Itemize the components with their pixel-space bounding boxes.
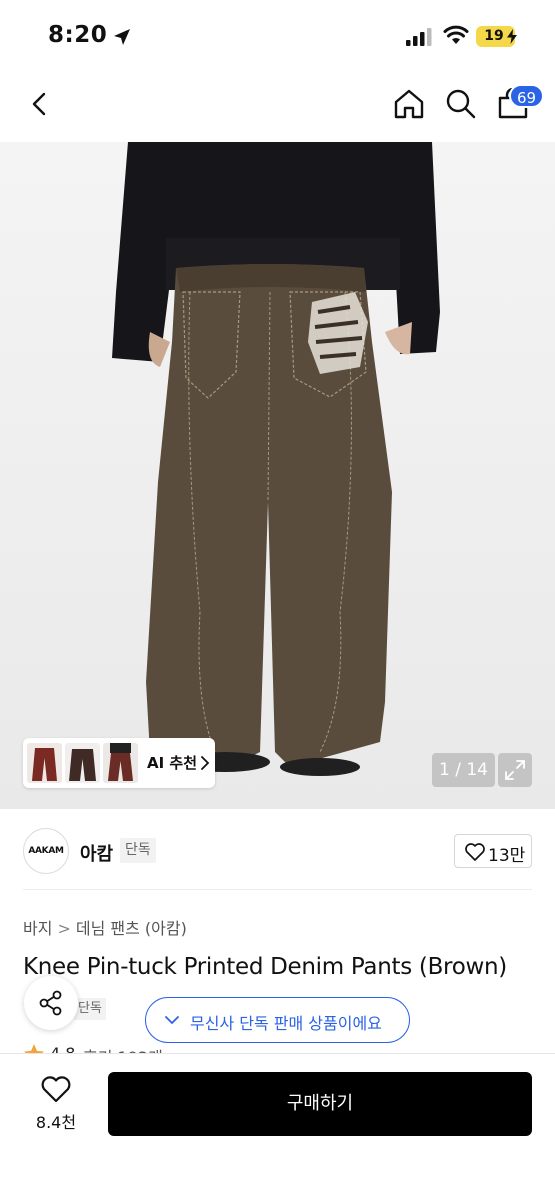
thumbnail-1[interactable] bbox=[27, 743, 62, 783]
location-arrow-icon bbox=[114, 29, 130, 45]
ai-recommendation-strip[interactable]: AI 추천 bbox=[23, 738, 215, 788]
breadcrumb-item-denim-pants[interactable]: 데님 팬츠 (아캄) bbox=[76, 919, 187, 938]
product-image-gallery[interactable]: AI 추천 1 / 14 bbox=[0, 142, 555, 809]
thumbnail-2[interactable] bbox=[65, 743, 100, 783]
status-time: 8:20 bbox=[48, 22, 108, 48]
expand-icon bbox=[505, 760, 525, 780]
thumbnail-image bbox=[103, 743, 138, 783]
battery-indicator: 19 bbox=[476, 26, 517, 47]
cellular-signal-icon bbox=[406, 28, 432, 46]
share-icon bbox=[39, 990, 62, 1016]
breadcrumb-item-pants[interactable]: 바지 bbox=[23, 919, 52, 938]
status-bar: 8:20 19 bbox=[0, 0, 555, 70]
heart-icon bbox=[465, 843, 485, 861]
back-chevron-icon[interactable] bbox=[26, 90, 54, 118]
product-title: Knee Pin-tuck Printed Denim Pants (Brown… bbox=[23, 954, 507, 980]
bottom-action-bar: 8.4천 구매하기 bbox=[0, 1053, 555, 1200]
ai-recommendation-label: AI 추천 bbox=[147, 754, 198, 772]
share-button[interactable] bbox=[24, 976, 78, 1030]
breadcrumb: 바지 > 데님 팬츠 (아캄) bbox=[23, 915, 187, 939]
thumbnail-3[interactable] bbox=[103, 743, 138, 783]
search-icon[interactable] bbox=[445, 88, 477, 120]
top-nav-bar: 69 bbox=[0, 70, 555, 142]
wishlist-heart-icon[interactable] bbox=[41, 1076, 71, 1103]
chevron-right-icon bbox=[201, 756, 210, 770]
exclusive-notice-text: 무신사 단독 판매 상품이에요 bbox=[190, 1014, 382, 1033]
charging-bolt-icon bbox=[507, 29, 517, 44]
home-icon[interactable] bbox=[393, 88, 425, 120]
expand-image-button[interactable] bbox=[498, 753, 532, 787]
brand-row: AAKAM 아캄 단독 13만 bbox=[0, 810, 555, 890]
product-exclusive-tag: 단독 bbox=[74, 998, 106, 1020]
brand-logo[interactable]: AAKAM bbox=[23, 828, 69, 874]
thumbnail-image bbox=[27, 743, 62, 783]
divider bbox=[23, 889, 532, 890]
breadcrumb-separator: > bbox=[57, 919, 71, 938]
buy-button[interactable]: 구매하기 bbox=[108, 1072, 532, 1136]
exclusive-tag: 단독 bbox=[120, 838, 156, 863]
cart-count-badge: 69 bbox=[509, 84, 545, 108]
thumbnail-image bbox=[65, 743, 100, 783]
chevron-down-icon bbox=[165, 1016, 179, 1024]
product-photo bbox=[112, 142, 440, 776]
exclusive-notice-pill[interactable]: 무신사 단독 판매 상품이에요 bbox=[145, 997, 410, 1043]
image-page-counter: 1 / 14 bbox=[432, 753, 495, 787]
wishlist-count: 8.4천 bbox=[35, 1113, 77, 1132]
wifi-icon bbox=[443, 25, 469, 44]
brand-name[interactable]: 아캄 bbox=[80, 840, 113, 866]
brand-like-button[interactable]: 13만 bbox=[454, 834, 532, 868]
brand-like-count: 13만 bbox=[488, 846, 526, 866]
